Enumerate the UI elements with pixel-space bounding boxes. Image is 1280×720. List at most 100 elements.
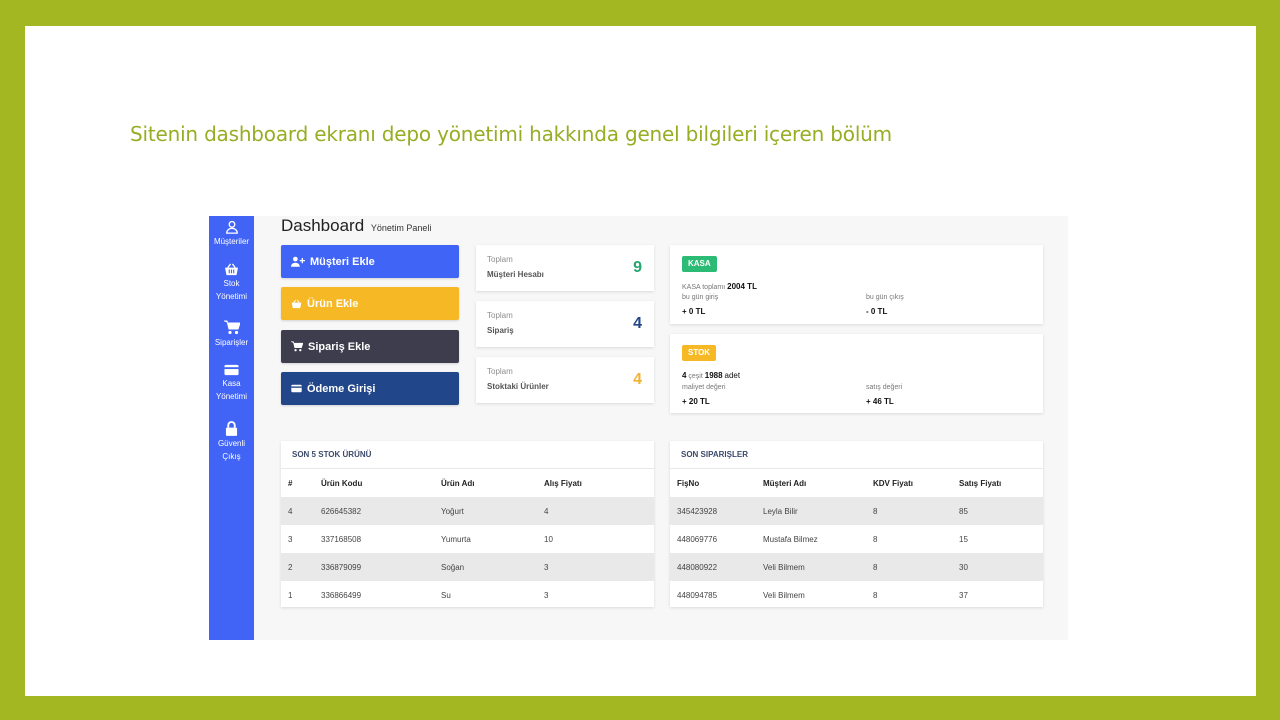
add-customer-button[interactable]: Müşteri Ekle	[281, 245, 459, 278]
main-content: Dashboard Yönetim Paneli Müşteri Ekle Ür…	[254, 216, 1068, 640]
stat-value: 9	[633, 259, 642, 276]
table-cell: 2	[281, 553, 321, 581]
table-row[interactable]: 2 336879099 Soğan 3	[281, 553, 654, 581]
stok-sale-label: satış değeri	[866, 384, 903, 391]
table-cell: 3	[544, 590, 549, 600]
table-cell: Veli Bilmem	[763, 553, 873, 581]
table-row[interactable]: 3 337168508 Yumurta 10	[281, 525, 654, 553]
table-cell: 8	[873, 590, 878, 600]
slide-title: Sitenin dashboard ekranı depo yönetimi h…	[130, 122, 892, 146]
stat-label: Sipariş	[487, 326, 514, 335]
card-icon	[291, 384, 302, 393]
stat-caption: Toplam	[487, 255, 513, 264]
table-header-row: FişNo Müşteri Adı KDV Fiyatı Satış Fiyat…	[670, 469, 1043, 497]
column-header: Alış Fiyatı	[544, 478, 582, 488]
table-header-row: # Ürün Kodu Ürün Adı Alış Fiyatı	[281, 469, 654, 497]
stok-total-label: adet	[724, 371, 741, 380]
table-row[interactable]: 1 336866499 Su 3	[281, 581, 654, 609]
stat-caption: Toplam	[487, 311, 513, 320]
sidebar-item-siparisler[interactable]: Siparişler	[209, 320, 254, 349]
table-cell: 337168508	[321, 534, 362, 544]
sidebar-item-label: Çıkış	[222, 452, 241, 461]
table-cell: 345423928	[670, 497, 763, 525]
sidebar: Müşteriler Stok Yönetimi Siparişler Kasa…	[209, 216, 254, 640]
column-header: FişNo	[677, 478, 700, 488]
stat-card-customers: Toplam Müşteri Hesabı 9	[476, 245, 654, 291]
table-cell: 85	[959, 497, 1043, 525]
orders-table-card: SON SIPARIŞLER FişNo Müşteri Adı KDV Fiy…	[670, 441, 1043, 607]
cart-icon	[291, 341, 303, 352]
column-header: Ürün Kodu	[321, 478, 363, 488]
table-cell: 4	[544, 497, 654, 525]
table-cell: 8	[873, 553, 959, 581]
kasa-total-value: 2004 TL	[727, 282, 757, 291]
table-cell: 336866499	[321, 590, 362, 600]
kasa-out-value: - 0 TL	[866, 307, 888, 316]
add-order-button[interactable]: Sipariş Ekle	[281, 330, 459, 363]
table-cell: 448080922	[670, 553, 763, 581]
user-plus-icon	[291, 256, 305, 267]
table-cell: 10	[544, 534, 553, 544]
table-cell: 448094785	[677, 590, 718, 600]
column-header: #	[288, 478, 293, 488]
payment-entry-label: Ödeme Girişi	[307, 382, 376, 395]
stok-cost-value: + 20 TL	[682, 397, 710, 406]
stat-value: 4	[633, 371, 642, 388]
kasa-in-label: bu gün giriş	[682, 294, 719, 301]
stat-caption: Toplam	[487, 367, 513, 376]
sidebar-item-label: Siparişler	[214, 338, 249, 347]
table-cell: 8	[873, 497, 959, 525]
stok-cost-label: maliyet değeri	[682, 384, 726, 391]
page-title: Dashboard Yönetim Paneli	[281, 216, 431, 236]
stok-badge: STOK	[682, 345, 717, 361]
table-cell: 15	[959, 534, 968, 544]
stat-card-orders: Toplam Sipariş 4	[476, 301, 654, 347]
stat-card-stock: Toplam Stoktaki Ürünler 4	[476, 357, 654, 403]
table-cell: 336879099	[321, 553, 441, 581]
orders-table: FişNo Müşteri Adı KDV Fiyatı Satış Fiyat…	[670, 469, 1043, 609]
kasa-out-label: bu gün çıkış	[866, 294, 904, 301]
kasa-badge: KASA	[682, 256, 717, 272]
table-cell: 30	[959, 553, 1043, 581]
table-cell: 3	[288, 534, 293, 544]
add-product-button[interactable]: Ürün Ekle	[281, 287, 459, 320]
sidebar-item-stok[interactable]: Stok Yönetimi	[209, 263, 254, 303]
lock-icon	[225, 421, 238, 436]
stok-card: STOK 4 çeşit 1988 adet maliyet değeri + …	[670, 334, 1043, 413]
table-row[interactable]: 448080922 Veli Bilmem 8 30	[670, 553, 1043, 581]
stok-count-label: çeşit	[688, 373, 703, 380]
stok-total: 1988	[704, 371, 723, 380]
table-cell: Yumurta	[441, 534, 471, 544]
table-cell: 37	[959, 590, 968, 600]
table-cell: 8	[873, 534, 878, 544]
table-row[interactable]: 4 626645382 Yoğurt 4	[281, 497, 654, 525]
table-row[interactable]: 448094785 Veli Bilmem 8 37	[670, 581, 1043, 609]
table-row[interactable]: 345423928 Leyla Bilir 8 85	[670, 497, 1043, 525]
kasa-card: KASA KASA toplamı 2004 TL bu gün giriş +…	[670, 245, 1043, 324]
table-cell: 448069776	[677, 534, 718, 544]
column-header: Satış Fiyatı	[959, 478, 1002, 488]
table-row[interactable]: 448069776 Mustafa Bilmez 8 15	[670, 525, 1043, 553]
table-cell: Yoğurt	[441, 497, 544, 525]
sidebar-item-musteriler[interactable]: Müşteriler	[209, 220, 254, 248]
table-cell: 626645382	[321, 497, 441, 525]
sidebar-item-cikis[interactable]: Güvenli Çıkış	[209, 421, 254, 463]
stat-value: 4	[633, 315, 642, 332]
column-header: Ürün Adı	[441, 478, 475, 488]
add-order-label: Sipariş Ekle	[308, 340, 371, 353]
orders-table-title: SON SIPARIŞLER	[670, 441, 1043, 469]
page-subtitle: Yönetim Paneli	[370, 223, 432, 233]
sidebar-item-label: Müşteriler	[213, 237, 250, 246]
basket-icon	[225, 263, 238, 276]
stock-table: # Ürün Kodu Ürün Adı Alış Fiyatı 4 62664…	[281, 469, 654, 609]
sidebar-item-kasa[interactable]: Kasa Yönetimi	[209, 364, 254, 403]
stock-table-card: SON 5 STOK ÜRÜNÜ # Ürün Kodu Ürün Adı Al…	[281, 441, 654, 607]
table-cell: Mustafa Bilmez	[763, 534, 818, 544]
payment-entry-button[interactable]: Ödeme Girişi	[281, 372, 459, 405]
sidebar-item-label: Stok	[223, 279, 240, 288]
stok-sale-value: + 46 TL	[866, 397, 894, 406]
column-header: Müşteri Adı	[763, 478, 807, 488]
cart-icon	[223, 320, 240, 335]
stat-label: Müşteri Hesabı	[487, 270, 544, 279]
table-cell: 4	[281, 497, 321, 525]
